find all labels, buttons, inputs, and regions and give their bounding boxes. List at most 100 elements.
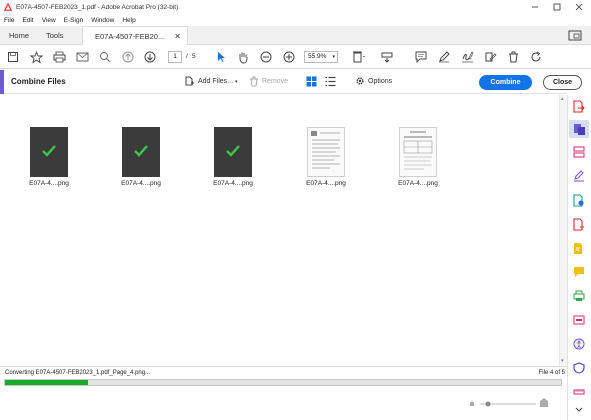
- rotate-button[interactable]: [528, 49, 544, 65]
- scroll-up-arrow-icon[interactable]: ▴: [561, 96, 564, 102]
- star-icon: [29, 50, 43, 64]
- menu-help[interactable]: Help: [122, 17, 135, 24]
- send-for-signature-button[interactable]: [482, 49, 498, 65]
- print-button[interactable]: [51, 49, 67, 65]
- options-label: Options: [368, 77, 393, 85]
- search-button[interactable]: [97, 49, 113, 65]
- file-thumbnail[interactable]: E07A-4....png: [121, 127, 161, 187]
- status-message: Converting E07A-4507-FEB2023_1.pdf_Page_…: [5, 370, 151, 376]
- close-icon: [575, 3, 583, 11]
- tab-document-label: E07A-4507-FEB20...: [95, 31, 165, 41]
- thumbnail-view-button[interactable]: [306, 76, 317, 87]
- highlight-button[interactable]: [436, 49, 452, 65]
- file-thumbnail[interactable]: E07A-4....png: [29, 127, 69, 187]
- bottom-area: [0, 388, 567, 420]
- combine-button[interactable]: Combine: [479, 75, 532, 90]
- minimize-button[interactable]: [524, 0, 546, 14]
- list-view-button[interactable]: [325, 76, 336, 87]
- send-sign-icon: [485, 52, 496, 62]
- tab-close-icon[interactable]: ✕: [174, 32, 181, 41]
- create-pdf-icon: [573, 217, 584, 231]
- search-icon: [100, 52, 111, 63]
- scroll-mode-button[interactable]: [379, 49, 395, 65]
- combine-files-bar: Combine Files Add Files... ▾ Remove Opti…: [0, 70, 582, 94]
- main-toolbar: 1 / 5 55.9% ▾: [0, 45, 591, 69]
- combine-accent-strip: [0, 70, 4, 94]
- maximize-button[interactable]: [546, 0, 568, 14]
- gear-icon: [356, 77, 364, 85]
- page-display-button[interactable]: [351, 49, 367, 65]
- tab-tools[interactable]: Tools: [46, 26, 64, 45]
- page-preview: [122, 127, 160, 177]
- menu-view[interactable]: View: [42, 17, 56, 24]
- comment-tool[interactable]: [572, 265, 586, 279]
- page-preview: [399, 127, 437, 177]
- comment-button[interactable]: [413, 49, 429, 65]
- edit-pdf-tool[interactable]: [572, 193, 586, 207]
- files-workspace: E07A-4....png E07A-4....png E07A-4....pn…: [0, 95, 559, 365]
- minimize-icon: [532, 6, 538, 8]
- file-name: E07A-4....png: [121, 180, 161, 187]
- list-view-icon: [325, 76, 336, 87]
- options-button[interactable]: Options: [355, 76, 392, 86]
- email-button[interactable]: [74, 49, 90, 65]
- request-signatures-tool[interactable]: [572, 241, 586, 255]
- menu-edit[interactable]: Edit: [22, 17, 33, 24]
- page-preview: [30, 127, 68, 177]
- zoom-in-button[interactable]: [281, 49, 297, 65]
- add-file-icon: [185, 76, 194, 86]
- arrow-down-circle-icon: [144, 51, 156, 63]
- create-pdf-tool[interactable]: [572, 217, 586, 231]
- window-close-button[interactable]: [568, 0, 590, 14]
- hand-tool-button[interactable]: [235, 49, 251, 65]
- fill-sign-tool[interactable]: [572, 169, 586, 183]
- menu-file[interactable]: File: [4, 17, 14, 24]
- accessibility-tool[interactable]: [572, 337, 586, 351]
- chevron-down-icon: ▾: [332, 54, 335, 60]
- next-page-button[interactable]: [142, 49, 158, 65]
- save-button[interactable]: [5, 49, 21, 65]
- comment-icon: [574, 267, 584, 277]
- export-pdf-tool[interactable]: [572, 99, 586, 113]
- keyboard-scroll-icon: [381, 52, 393, 63]
- prev-page-button[interactable]: [120, 49, 136, 65]
- tab-home[interactable]: Home: [9, 26, 29, 45]
- measure-tool[interactable]: [572, 385, 586, 399]
- select-tool-button[interactable]: [213, 49, 229, 65]
- file-thumbnail[interactable]: E07A-4....png: [306, 127, 346, 187]
- bookmark-button[interactable]: [28, 49, 44, 65]
- checkmark-icon: [42, 145, 56, 157]
- file-count: File 4 of 5: [538, 370, 565, 376]
- sign-button[interactable]: [459, 49, 475, 65]
- file-thumbnail[interactable]: E07A-4....png: [398, 127, 438, 187]
- hand-icon: [239, 52, 248, 63]
- combine-title: Combine Files: [11, 77, 66, 86]
- delete-button[interactable]: [505, 49, 521, 65]
- organize-pages-tool[interactable]: [572, 145, 586, 159]
- share-screen-icon[interactable]: [568, 30, 582, 41]
- protect-tool[interactable]: [572, 361, 586, 375]
- prepare-form-tool[interactable]: [572, 313, 586, 327]
- zoom-select[interactable]: 55.9% ▾: [304, 51, 338, 63]
- accessibility-icon: [573, 338, 585, 350]
- cursor-icon: [218, 52, 225, 62]
- vertical-scrollbar[interactable]: ▴ ▾: [559, 95, 567, 365]
- file-thumbnail[interactable]: E07A-4....png: [213, 127, 253, 187]
- rotate-icon: [531, 51, 541, 62]
- tab-document[interactable]: E07A-4507-FEB20... ✕: [82, 26, 188, 45]
- combine-files-tool[interactable]: [569, 120, 589, 138]
- close-button[interactable]: Close: [543, 75, 582, 90]
- scroll-down-arrow-icon[interactable]: ▾: [561, 358, 564, 364]
- page-number-input[interactable]: 1: [168, 51, 182, 63]
- zoom-out-button[interactable]: [258, 49, 274, 65]
- more-tools-button[interactable]: [572, 403, 586, 417]
- print-icon: [53, 51, 65, 63]
- zoom-out-icon: [260, 51, 272, 63]
- scan-ocr-tool[interactable]: [572, 289, 586, 303]
- remove-button[interactable]: Remove: [249, 76, 288, 87]
- sign-icon: [461, 51, 473, 63]
- add-files-button[interactable]: Add Files... ▾: [184, 76, 238, 87]
- menu-window[interactable]: Window: [91, 17, 114, 24]
- menu-esign[interactable]: E-Sign: [64, 17, 84, 24]
- thumbnail-size-slider[interactable]: [470, 398, 550, 408]
